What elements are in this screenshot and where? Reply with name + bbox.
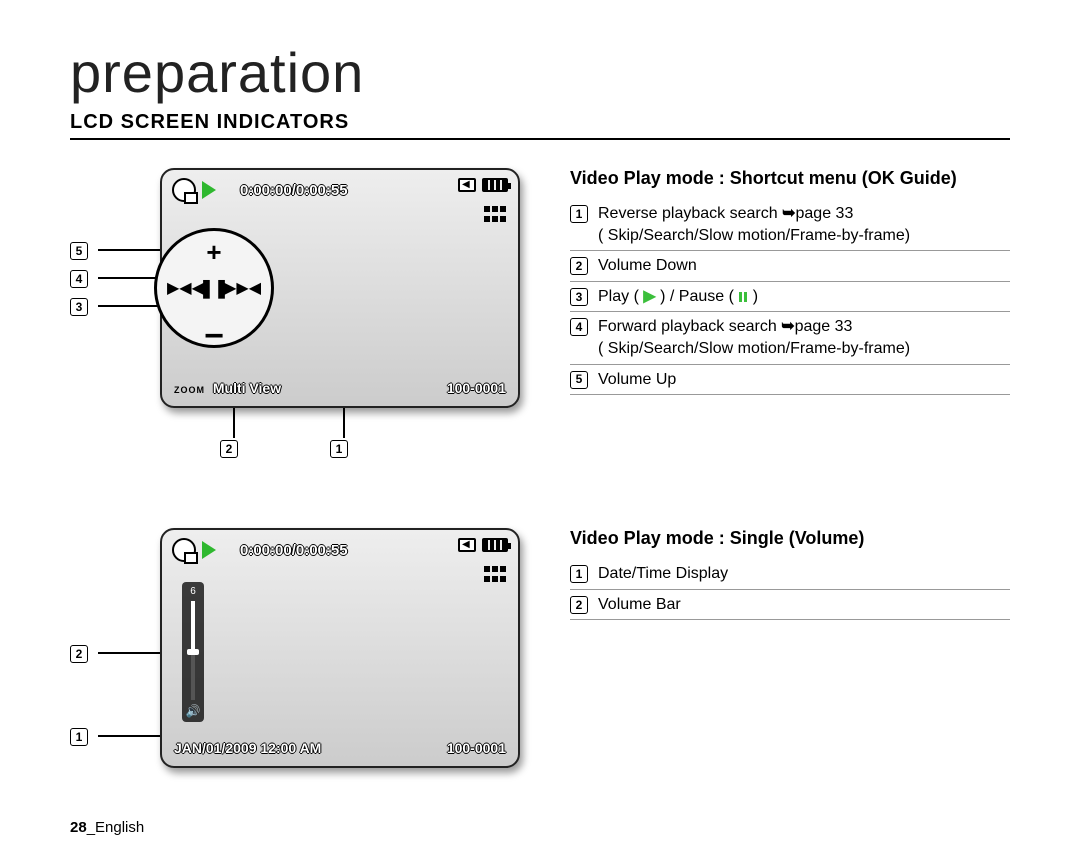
legend-shortcut: 1 Reverse playback search ➥page 33( Skip… [570, 199, 1010, 395]
file-number: 100-0001 [447, 740, 506, 756]
timecode: 0:00:00/0:00:55 [240, 182, 348, 199]
movie-mode-icon [172, 538, 196, 562]
callout-2: 2 [220, 408, 248, 458]
multi-view-label: ZOOM Multi View [174, 380, 281, 396]
pause-icon [738, 292, 748, 302]
legend-item: 5 Volume Up [570, 365, 1010, 396]
thumbnail-grid-icon [484, 206, 506, 222]
volume-bar: 6 🔊 [182, 582, 204, 722]
section-title: LCD SCREEN INDICATORS [70, 111, 1010, 140]
block-single-volume: 2 1 0:00:00/0:00:55 6 [70, 528, 1010, 808]
legend-volume: 1 Date/Time Display 2 Volume Bar [570, 559, 1010, 620]
legend-item: 2 Volume Bar [570, 590, 1010, 621]
timecode: 0:00:00/0:00:55 [240, 542, 348, 559]
play-status-icon [202, 541, 216, 559]
sub-title-volume: Video Play mode : Single (Volume) [570, 528, 1010, 549]
block-shortcut-menu: 5 4 3 2 1 [70, 168, 1010, 468]
reverse-search-icon: ▶◀◀ [167, 278, 204, 298]
volume-up-icon: + [206, 237, 221, 268]
battery-icon [482, 538, 508, 552]
ok-dial: + − ▶◀◀ ▶▶◀ ❚❚ [154, 228, 274, 348]
speaker-icon: 🔊 [186, 704, 201, 718]
volume-down-icon: − [204, 329, 224, 343]
page-footer: 28_English [70, 819, 144, 836]
lcd-screen-shortcut: 0:00:00/0:00:55 + − ▶◀◀ ▶▶◀ ❚❚ ZOOM [160, 168, 520, 408]
card-icon [458, 538, 476, 552]
forward-search-icon: ▶▶◀ [224, 278, 261, 298]
legend-item: 2 Volume Down [570, 251, 1010, 282]
legend-item: 3 Play ( ▶ ) / Pause ( ) [570, 282, 1010, 313]
lcd-screen-volume: 0:00:00/0:00:55 6 🔊 JAN/01/2009 12:00 AM… [160, 528, 520, 768]
legend-item: 4 Forward playback search ➥page 33( Skip… [570, 312, 1010, 364]
file-number: 100-0001 [447, 380, 506, 396]
chapter-title: preparation [70, 40, 1010, 105]
datetime-display: JAN/01/2009 12:00 AM [174, 740, 321, 756]
card-icon [458, 178, 476, 192]
sub-title-shortcut: Video Play mode : Shortcut menu (OK Guid… [570, 168, 1010, 189]
movie-mode-icon [172, 178, 196, 202]
callout-4: 4 [70, 268, 162, 288]
play-status-icon [202, 181, 216, 199]
callout-1: 1 [330, 408, 358, 458]
legend-item: 1 Date/Time Display [570, 559, 1010, 590]
legend-item: 1 Reverse playback search ➥page 33( Skip… [570, 199, 1010, 251]
volume-level: 6 [190, 586, 196, 597]
thumbnail-grid-icon [484, 566, 506, 582]
battery-icon [482, 178, 508, 192]
